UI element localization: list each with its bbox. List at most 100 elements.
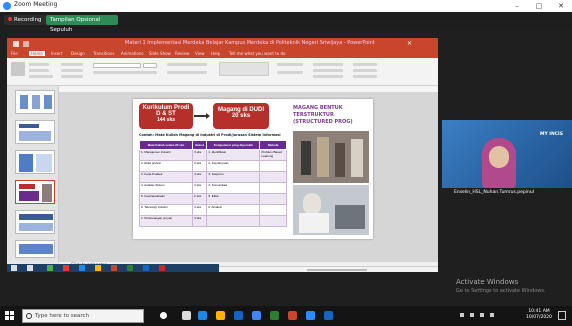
table-cell: 3. Kerja Praktek: [138, 171, 194, 183]
right-title-line3: (STRUCTURED PROG): [293, 119, 353, 125]
copy-button[interactable]: [29, 69, 49, 72]
excel-icon[interactable]: [270, 311, 279, 320]
slide-right-title: MAGANG BENTUK TERSTRUKTUR (STRUCTURED PR…: [293, 105, 369, 126]
photo-workers: [293, 131, 369, 183]
table-cell: 2. Etika profesi: [138, 160, 194, 172]
font-format-buttons[interactable]: [93, 71, 157, 74]
slide-thumbnail[interactable]: [15, 120, 55, 144]
search-placeholder: Type here to search: [35, 313, 90, 319]
view-options-button[interactable]: Tampilan Opsional Sepuluh: [46, 15, 118, 33]
ribbon: [7, 58, 438, 86]
internship-box: Magang di DUDI 20 sks: [213, 103, 269, 129]
slide[interactable]: Kurikulum Prodi D & ST 144 sks Magang di…: [133, 99, 373, 239]
table-cell: 2. Kemampuan: [206, 160, 261, 172]
cut-button[interactable]: [29, 63, 49, 66]
table-header-row: Mata Kuliah setara 20 sks Bobot Kompeten…: [138, 140, 287, 150]
word-icon[interactable]: [324, 311, 333, 320]
undo-icon[interactable]: [23, 41, 29, 47]
shape-outline-button[interactable]: [313, 69, 343, 72]
store-icon[interactable]: [234, 311, 243, 320]
table-cell: [259, 204, 287, 216]
zoom-icon[interactable]: [306, 311, 315, 320]
font-family-select[interactable]: [93, 63, 141, 68]
edge-icon[interactable]: [198, 311, 207, 320]
tab-insert[interactable]: Insert: [51, 51, 62, 56]
internship-credits: 20 sks: [231, 113, 251, 119]
tell-me-search[interactable]: Tell me what you want to do: [229, 51, 285, 56]
zoom-share-bar: Recording Tampilan Opsional Sepuluh: [0, 12, 572, 33]
table-cell: [259, 160, 287, 172]
table-row: 2. Etika profesi 2 sks 2. Kemampuan: [138, 160, 287, 172]
tab-transitions[interactable]: Transitions: [93, 51, 114, 56]
paste-icon[interactable]: [11, 62, 25, 76]
taskbar-search[interactable]: Type here to search: [22, 309, 144, 323]
cortana-icon[interactable]: [160, 312, 167, 319]
save-icon[interactable]: [13, 41, 19, 47]
tab-help[interactable]: Help: [211, 51, 220, 56]
windows-taskbar: Type here to search 10:41 AM 10/07/2020: [0, 306, 572, 326]
chrome-icon[interactable]: [252, 311, 261, 320]
view-options-label: Tampilan Opsional Sepuluh: [50, 17, 101, 33]
find-button[interactable]: [353, 63, 377, 66]
table-cell: 2 sks: [192, 160, 208, 172]
system-tray-icons[interactable]: [460, 312, 500, 318]
shapes-gallery[interactable]: [219, 62, 269, 76]
file-explorer-icon[interactable]: [216, 311, 225, 320]
table-header: Kompetensi yang diperoleh: [206, 140, 261, 150]
zoom-slider[interactable]: [307, 269, 367, 271]
align-buttons[interactable]: [167, 71, 207, 74]
replace-button[interactable]: [353, 69, 377, 72]
paragraph-buttons[interactable]: [167, 63, 207, 66]
shape-effects-button[interactable]: [313, 75, 343, 78]
table-cell: [259, 171, 287, 183]
video-tile-label: MY INCIS: [540, 132, 563, 137]
table-header: Mata Kuliah setara 20 sks: [138, 140, 194, 150]
windows-start-icon[interactable]: [5, 311, 15, 321]
tab-file[interactable]: File: [11, 51, 18, 56]
powerpoint-icon[interactable]: [288, 311, 297, 320]
ppt-close-icon[interactable]: ✕: [407, 40, 412, 47]
slide-thumbnail[interactable]: [15, 240, 55, 258]
tab-review[interactable]: Review: [175, 51, 189, 56]
slide-thumbnails-pane: [7, 86, 59, 262]
participant-video[interactable]: MY INCIS: [442, 120, 572, 188]
tab-slide-show[interactable]: Slide Show: [149, 51, 171, 56]
curriculum-box: Kurikulum Prodi D & ST 144 sks: [139, 103, 193, 129]
ppt-window-title: Materi 1 Implementasi Merdeka Belajar Ka…: [125, 40, 375, 46]
zoom-window-title: Zoom Meeting: [14, 1, 58, 8]
maximize-icon[interactable]: □: [528, 0, 550, 12]
font-size-select[interactable]: [143, 63, 157, 68]
task-view-icon[interactable]: [182, 311, 191, 320]
close-icon[interactable]: ✕: [550, 0, 572, 12]
table-header: Bobot: [192, 140, 208, 150]
recording-indicator[interactable]: Recording: [4, 15, 46, 25]
new-slide-button[interactable]: [61, 63, 83, 66]
right-title-line1: MAGANG BENTUK: [293, 105, 343, 111]
format-painter-button[interactable]: [29, 75, 53, 78]
table-cell: 5. Etika: [206, 193, 261, 205]
reset-button[interactable]: [61, 75, 83, 78]
slide-thumbnail[interactable]: [15, 150, 55, 174]
table-cell: 3 sks: [192, 182, 208, 194]
table-row: 6. Teknologi Industri 3 sks 6. Analisis: [138, 204, 287, 216]
course-table: Mata Kuliah setara 20 sks Bobot Kompeten…: [138, 140, 287, 227]
layout-button[interactable]: [61, 69, 83, 72]
slide-subtitle: Contoh: Mata Kuliah Magang di Industri d…: [139, 133, 281, 137]
slide-thumbnail[interactable]: [15, 210, 55, 234]
clock[interactable]: 10:41 AM 10/07/2020: [524, 309, 554, 321]
shape-fill-button[interactable]: [313, 63, 343, 66]
table-cell: 3 sks: [192, 149, 208, 161]
quick-styles-button[interactable]: [277, 71, 303, 74]
notifications-icon[interactable]: [558, 311, 566, 320]
tab-home[interactable]: Home: [29, 51, 45, 56]
slide-thumbnail-active[interactable]: [15, 180, 55, 204]
arrow-icon: [194, 113, 210, 119]
slide-thumbnail[interactable]: [15, 90, 55, 114]
tab-animations[interactable]: Animations: [121, 51, 143, 56]
tab-view[interactable]: View: [195, 51, 205, 56]
curriculum-credits: 144 sks: [156, 117, 176, 123]
minimize-icon[interactable]: –: [506, 0, 528, 12]
tab-design[interactable]: Design: [71, 51, 85, 56]
select-button[interactable]: [353, 75, 377, 78]
arrange-button[interactable]: [277, 63, 303, 66]
